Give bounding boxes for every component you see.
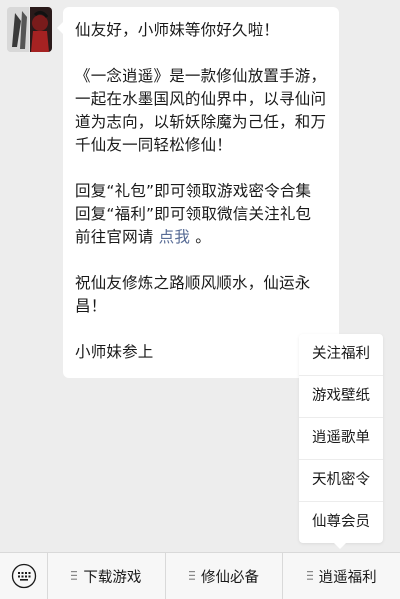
website-prefix-text: 前往官网请 bbox=[75, 228, 154, 246]
game-avatar-icon bbox=[7, 7, 52, 52]
tab-xiaoyao-welfare[interactable]: 逍遥福利 bbox=[283, 553, 400, 599]
menu-lines-icon bbox=[189, 568, 195, 584]
reply-welfare-text: 回复“福利”即可领取微信关注礼包 bbox=[75, 205, 312, 223]
website-link[interactable]: 点我 bbox=[159, 228, 190, 246]
keyboard-icon bbox=[11, 563, 36, 589]
submenu-item-membership[interactable]: 仙尊会员 bbox=[299, 502, 383, 543]
tab-cultivation-essentials-label: 修仙必备 bbox=[201, 569, 259, 586]
wish-text: 祝仙友修炼之路顺风顺水，仙运永昌！ bbox=[75, 274, 311, 315]
submenu-item-secret-code[interactable]: 天机密令 bbox=[299, 460, 383, 502]
reply-instructions: 回复“礼包”即可领取游戏密令合集 回复“福利”即可领取微信关注礼包 前往官网请 … bbox=[75, 180, 327, 249]
submenu-item-wallpaper[interactable]: 游戏壁纸 bbox=[299, 376, 383, 418]
greeting-text: 仙友好，小师妹等你好久啦！ bbox=[75, 21, 280, 39]
tab-download-game[interactable]: 下载游戏 bbox=[48, 553, 166, 599]
avatar[interactable] bbox=[7, 7, 52, 52]
menu-lines-icon bbox=[306, 568, 313, 584]
reply-gift-text: 回复“礼包”即可领取游戏密令合集 bbox=[75, 182, 312, 200]
intro-text: 《一念逍遥》是一款修仙放置手游，一起在水墨国风的仙界中，以寻仙问道为志向，以斩妖… bbox=[75, 67, 327, 154]
message-bubble: 仙友好，小师妹等你好久啦！ 《一念逍遥》是一款修仙放置手游，一起在水墨国风的仙界… bbox=[57, 7, 339, 378]
signature-text: 小师妹参上 bbox=[75, 343, 154, 361]
menu-lines-icon bbox=[71, 568, 78, 584]
submenu-item-follow-welfare[interactable]: 关注福利 bbox=[299, 334, 383, 376]
website-suffix-text: 。 bbox=[195, 228, 211, 246]
tab-cultivation-essentials[interactable]: 修仙必备 bbox=[166, 553, 284, 599]
submenu-item-playlist[interactable]: 逍遥歌单 bbox=[299, 418, 383, 460]
submenu-popup: 关注福利 游戏壁纸 逍遥歌单 天机密令 仙尊会员 bbox=[299, 334, 383, 549]
tab-xiaoyao-welfare-label: 逍遥福利 bbox=[318, 569, 377, 586]
bottom-menu-bar: 下载游戏 修仙必备 逍遥福利 bbox=[0, 552, 400, 599]
keyboard-toggle-button[interactable] bbox=[0, 553, 48, 599]
tab-download-game-label: 下载游戏 bbox=[83, 569, 142, 586]
